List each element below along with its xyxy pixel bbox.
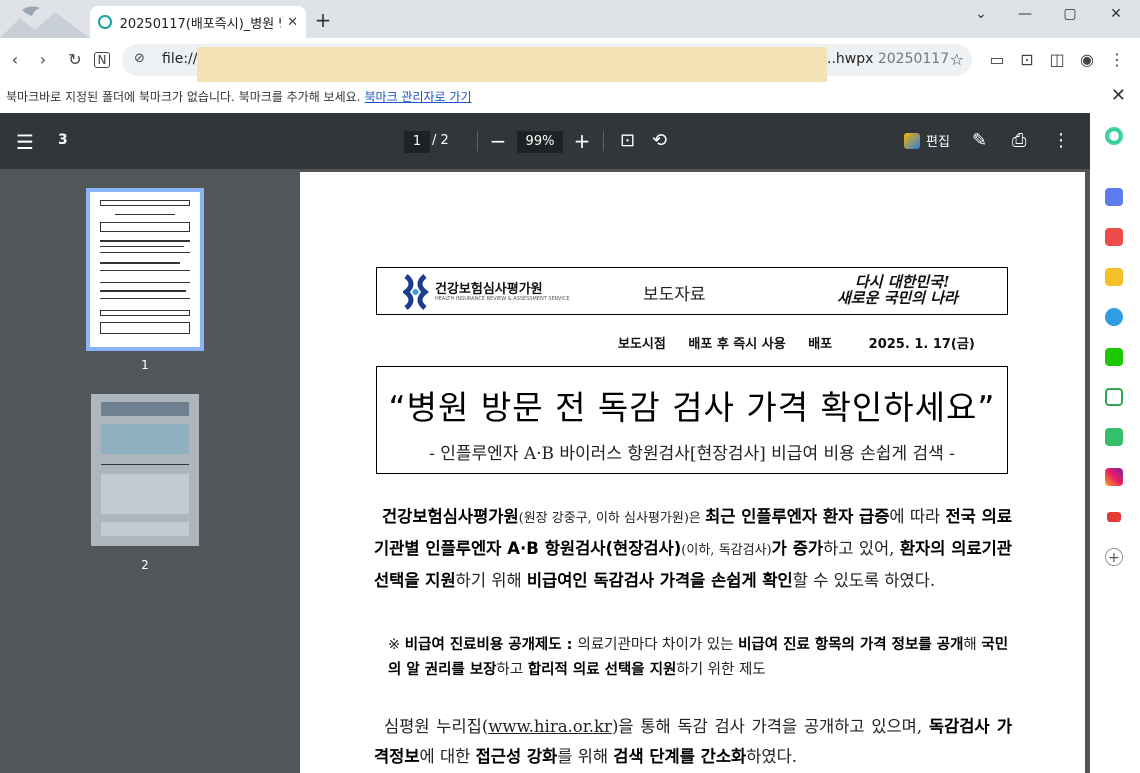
- page-total: / 2: [432, 133, 449, 148]
- address-bar[interactable]: ⊘ file:// ..hwpx 20250117 ☆: [122, 44, 972, 85]
- bookmark-star-icon[interactable]: ☆: [950, 50, 964, 69]
- page-thumbnail-1[interactable]: [86, 188, 204, 351]
- page-thumbnail-2[interactable]: [91, 394, 199, 546]
- tab-search-icon[interactable]: ⌄: [967, 4, 995, 24]
- divider: [477, 131, 478, 151]
- bookmark-empty-message: 북마크바로 지정된 폴더에 북마크가 없습니다. 북마크를 추가해 보세요. 북마…: [6, 90, 472, 104]
- pdf-toolbar: ☰ 3 1 / 2 − 99% + ⊡ ⟲ 편집 ✎ ⎙ ⋮: [0, 113, 1090, 169]
- hira-logo-icon: [403, 274, 429, 310]
- tab-title: 20250117(배포즉시)_병원 방문: [119, 16, 281, 32]
- thumbnail-label: 2: [141, 558, 149, 572]
- browser-decoration: [0, 0, 90, 38]
- pocket-icon[interactable]: [1105, 228, 1123, 246]
- close-window-icon[interactable]: ✕: [1102, 4, 1130, 24]
- camera-icon[interactable]: ▭: [986, 49, 1008, 71]
- zoom-out-icon[interactable]: −: [488, 129, 508, 153]
- tab-favicon-icon: [98, 15, 112, 29]
- body-paragraph-2: 심평원 누리집(www.hira.or.kr)을 통해 독감 검사 가격을 공개…: [374, 717, 1012, 766]
- extension-n-icon[interactable]: N: [94, 52, 110, 68]
- slogan: 다시 대한민국! 새로운 국민의 나라: [837, 273, 958, 307]
- org-english-name: HEALTH INSURANCE REVIEW & ASSESSMENT SER…: [435, 296, 570, 302]
- profile-icon[interactable]: ◉: [1076, 49, 1098, 71]
- edit-button[interactable]: 편집: [904, 131, 950, 150]
- back-icon[interactable]: ‹: [4, 49, 26, 71]
- new-tab-button[interactable]: +: [312, 8, 334, 32]
- pdf-viewer[interactable]: 건강보험심사평가원 HEALTH INSURANCE REVIEW & ASSE…: [290, 169, 1090, 773]
- rotate-icon[interactable]: ⟲: [652, 130, 667, 151]
- headline-box: “병원 방문 전 독감 검사 가격 확인하세요” - 인플루엔자 A·B 바이러…: [376, 366, 1008, 474]
- favorites-star-icon[interactable]: [1105, 268, 1123, 286]
- note-box: ※ 비급여 진료비용 공개제도 : 의료기관마다 차이가 있는 비급여 진료 항…: [388, 637, 1009, 678]
- fit-page-icon[interactable]: ⊡: [620, 130, 635, 151]
- tab-strip: 20250117(배포즉시)_병원 방문 ✕ + ⌄ — ▢ ✕: [0, 0, 1140, 38]
- maximize-icon[interactable]: ▢: [1056, 4, 1084, 24]
- menu-kebab-icon[interactable]: ⋮: [1106, 49, 1128, 71]
- naver-zoom-icon[interactable]: [1105, 428, 1123, 446]
- body-paragraph-1: 건강보험심사평가원(원장 강중구, 이하 심사평가원)은 최근 인플루엔자 환자…: [374, 507, 1013, 590]
- url-suffix: ..hwpx 20250117: [827, 51, 950, 67]
- reload-icon[interactable]: ↻: [64, 49, 86, 71]
- assistant-icon[interactable]: [1105, 127, 1123, 145]
- zoom-level-input[interactable]: 99%: [517, 131, 563, 153]
- pdf-page: 건강보험심사평가원 HEALTH INSURANCE REVIEW & ASSE…: [300, 172, 1085, 773]
- instagram-icon[interactable]: [1105, 468, 1123, 486]
- hira-url-link[interactable]: www.hira.or.kr: [488, 717, 612, 736]
- pdf-document-name: 3: [58, 132, 68, 148]
- edit-label: 편집: [926, 135, 950, 150]
- org-name: 건강보험심사평가원: [435, 282, 543, 297]
- thumbnail-label: 1: [141, 358, 149, 372]
- url-prefix: file://: [162, 51, 198, 67]
- naver-icon[interactable]: [1105, 348, 1123, 366]
- forward-icon[interactable]: ›: [32, 49, 54, 71]
- pen-icon[interactable]: ✎: [972, 130, 987, 151]
- url-redaction: [197, 47, 827, 85]
- press-release-label: 보도자료: [643, 285, 706, 305]
- tab-close-icon[interactable]: ✕: [287, 15, 298, 30]
- print-icon[interactable]: ⎙: [1012, 130, 1026, 151]
- add-panel-icon[interactable]: +: [1105, 548, 1123, 566]
- screenshot-icon[interactable]: ⊡: [1016, 49, 1038, 71]
- close-icon[interactable]: ✕: [1111, 85, 1126, 106]
- site-info-icon[interactable]: ⊘: [134, 51, 145, 66]
- divider: [603, 131, 604, 151]
- bookmark-manager-link[interactable]: 북마크 관리자로 가기: [365, 90, 472, 104]
- side-extension-panel: +: [1090, 113, 1140, 773]
- release-info: 보도시점 배포 후 즉시 사용 배포 2025. 1. 17(금): [618, 337, 975, 352]
- subheadline: - 인플루엔자 A·B 바이러스 항원검사[현장검사] 비급여 비용 손쉽게 검…: [429, 444, 955, 464]
- side-panel-icon[interactable]: ◫: [1046, 49, 1068, 71]
- bookmark-bar: 북마크바로 지정된 폴더에 북마크가 없습니다. 북마크를 추가해 보세요. 북마…: [0, 82, 1140, 112]
- thumbnail-sidebar: 1 2: [0, 169, 290, 773]
- edit-app-icon: [904, 132, 920, 149]
- zoom-in-icon[interactable]: +: [572, 129, 592, 153]
- more-options-icon[interactable]: ⋮: [1052, 130, 1070, 151]
- hamburger-menu-icon[interactable]: ☰: [16, 130, 34, 154]
- youtube-icon[interactable]: [1105, 508, 1123, 526]
- browser-extension-icon[interactable]: [1105, 308, 1123, 326]
- page-number-input[interactable]: 1: [404, 131, 430, 153]
- press-header: 건강보험심사평가원 HEALTH INSURANCE REVIEW & ASSE…: [376, 267, 1008, 315]
- browser-toolbar: ‹ › ↻ N ⊘ file:// ..hwpx 20250117 ☆ ▭ ⊡ …: [0, 38, 1140, 85]
- stocks-chart-icon[interactable]: [1105, 388, 1123, 406]
- minimize-icon[interactable]: —: [1011, 4, 1039, 24]
- headline: “병원 방문 전 독감 검사 가격 확인하세요”: [388, 388, 996, 427]
- extension-bookmark-icon[interactable]: [1105, 188, 1123, 206]
- browser-tab[interactable]: 20250117(배포즉시)_병원 방문 ✕: [90, 6, 306, 38]
